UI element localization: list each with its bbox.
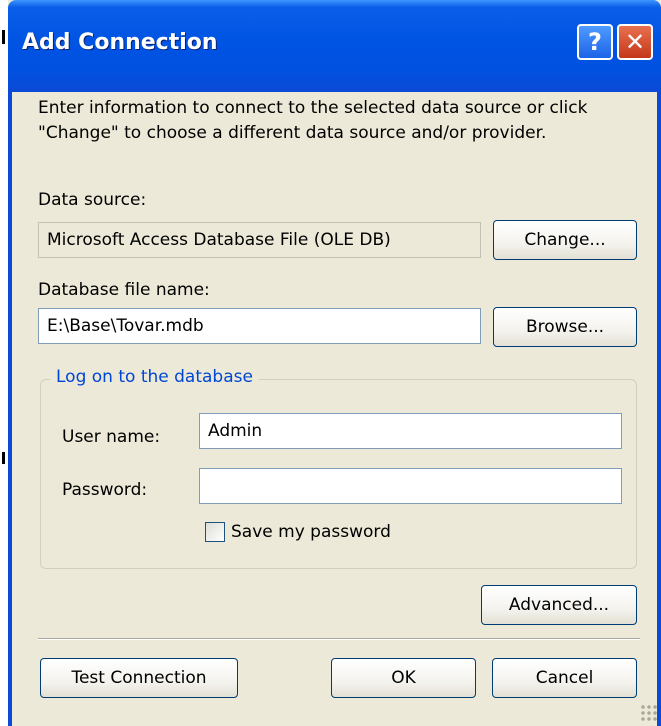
data-source-field: Microsoft Access Database File (OLE DB) bbox=[38, 222, 481, 258]
ok-button[interactable]: OK bbox=[331, 658, 476, 698]
logon-group-title: Log on to the database bbox=[50, 367, 259, 387]
close-button[interactable]: ✕ bbox=[617, 24, 653, 60]
cancel-button[interactable]: Cancel bbox=[492, 658, 637, 698]
resize-grip-icon[interactable] bbox=[640, 704, 658, 722]
data-source-label: Data source: bbox=[38, 190, 147, 210]
user-name-label: User name: bbox=[62, 427, 161, 447]
save-password-label[interactable]: Save my password bbox=[231, 522, 391, 542]
password-input[interactable] bbox=[199, 468, 622, 504]
window-frame-right bbox=[657, 92, 661, 726]
background-edge-mark bbox=[2, 30, 5, 44]
window-frame-left bbox=[8, 92, 12, 726]
database-file-label: Database file name: bbox=[38, 280, 210, 300]
title-bar[interactable]: Add Connection ? ✕ bbox=[8, 0, 661, 92]
change-button[interactable]: Change... bbox=[493, 220, 637, 260]
database-file-input[interactable]: E:\Base\Tovar.mdb bbox=[38, 308, 481, 344]
footer-separator bbox=[38, 638, 640, 640]
password-label: Password: bbox=[62, 480, 148, 500]
background-edge-mark bbox=[2, 452, 5, 464]
user-name-input[interactable]: Admin bbox=[199, 413, 622, 449]
help-icon: ? bbox=[588, 28, 602, 56]
dialog-title: Add Connection bbox=[22, 30, 218, 55]
close-icon: ✕ bbox=[624, 28, 646, 56]
advanced-button[interactable]: Advanced... bbox=[481, 585, 637, 625]
add-connection-dialog: Add Connection ? ✕ Enter information to … bbox=[8, 0, 661, 726]
test-connection-button[interactable]: Test Connection bbox=[40, 658, 238, 698]
intro-text: Enter information to connect to the sele… bbox=[38, 98, 588, 143]
browse-button[interactable]: Browse... bbox=[493, 307, 637, 347]
help-button[interactable]: ? bbox=[577, 24, 613, 60]
save-password-checkbox[interactable] bbox=[205, 522, 225, 542]
